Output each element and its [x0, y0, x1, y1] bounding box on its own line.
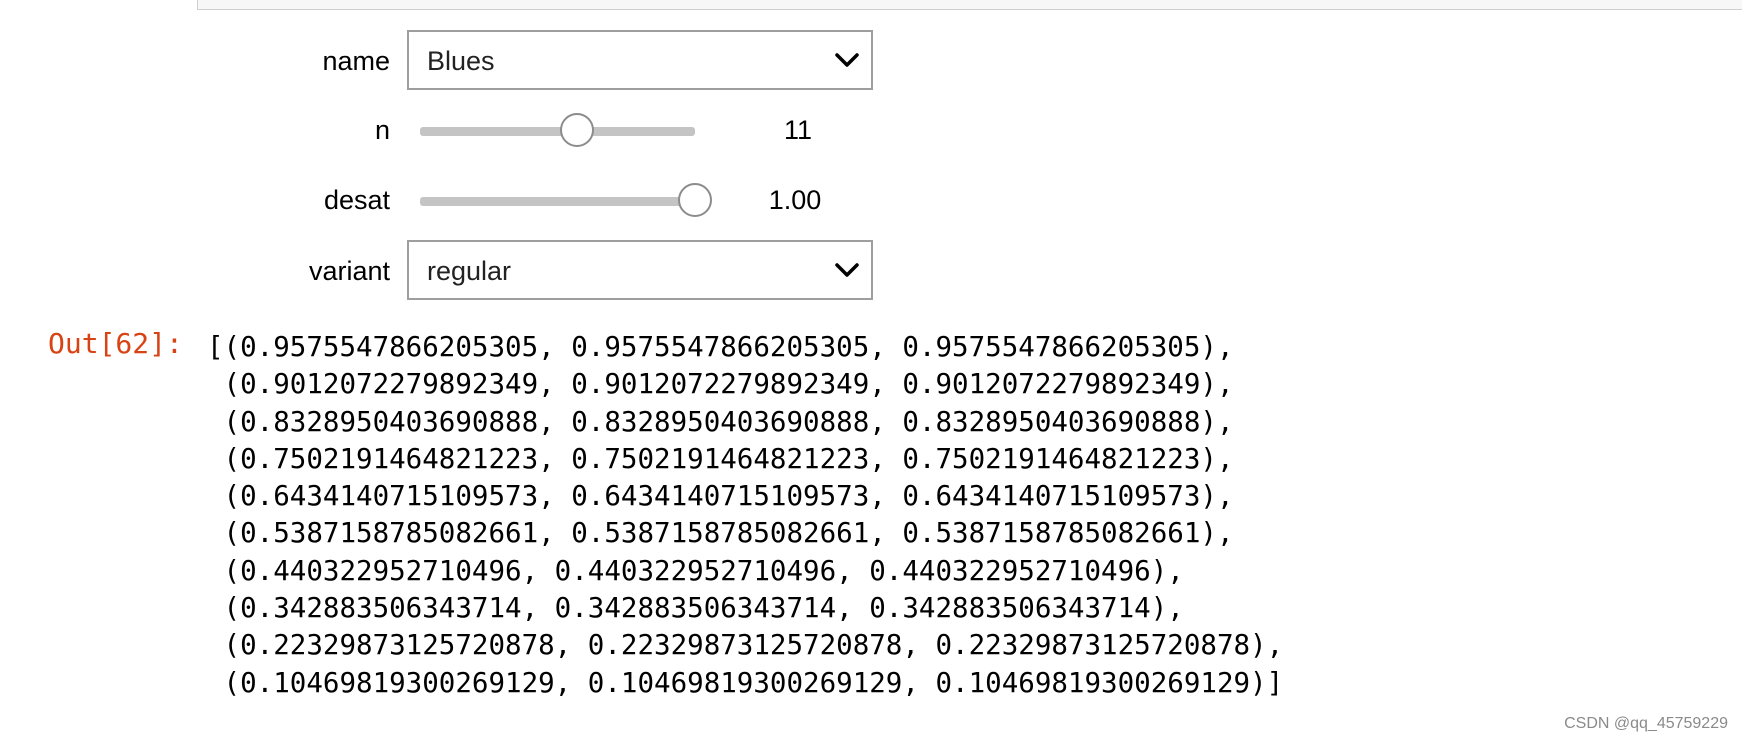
n-slider[interactable] — [420, 99, 695, 161]
variant-dropdown[interactable]: regular — [407, 240, 873, 300]
n-slider-track[interactable] — [420, 127, 695, 136]
n-readout[interactable]: 11 — [743, 99, 853, 161]
widget-row-desat: desat 1.00 — [0, 169, 900, 231]
output-line: (0.10469819300269129, 0.1046981930026912… — [207, 666, 1284, 699]
widget-row-n: n 11 — [0, 99, 900, 161]
output-line: (0.342883506343714, 0.342883506343714, 0… — [223, 592, 1184, 625]
name-dropdown[interactable]: Blues — [407, 30, 873, 90]
n-label: n — [374, 115, 390, 145]
chevron-down-icon — [835, 263, 859, 277]
n-slider-handle[interactable] — [559, 113, 594, 147]
desat-slider-track[interactable] — [420, 197, 695, 206]
desat-slider[interactable] — [420, 169, 712, 231]
output-line: (0.8328950403690888, 0.8328950403690888,… — [223, 405, 1234, 438]
desat-slider-handle[interactable] — [678, 183, 712, 217]
output-line: (0.5387158785082661, 0.5387158785082661,… — [223, 517, 1234, 550]
output-line: (0.440322952710496, 0.440322952710496, 0… — [223, 554, 1184, 587]
output-line: (0.22329873125720878, 0.2232987312572087… — [223, 629, 1284, 662]
output-line: [(0.9575547866205305, 0.9575547866205305… — [207, 331, 1234, 363]
desat-readout[interactable]: 1.00 — [740, 169, 850, 231]
chevron-down-icon — [835, 53, 859, 67]
input-cell-edge — [197, 0, 1742, 10]
widget-row-name: name Blues — [0, 30, 900, 92]
output-line: (0.9012072279892349, 0.9012072279892349,… — [223, 368, 1234, 401]
name-dropdown-value: Blues — [427, 46, 495, 76]
variant-label: variant — [308, 256, 390, 286]
output-prompt: Out[62]: — [48, 327, 183, 360]
watermark: CSDN @qq_45759229 — [1564, 715, 1728, 732]
output-line: (0.7502191464821223, 0.7502191464821223,… — [223, 442, 1234, 475]
output-line: (0.6434140715109573, 0.6434140715109573,… — [223, 480, 1234, 513]
desat-label: desat — [323, 185, 390, 215]
name-label: name — [322, 46, 390, 76]
output-text: [(0.9575547866205305, 0.9575547866205305… — [207, 329, 1283, 702]
variant-dropdown-value: regular — [427, 256, 512, 286]
widget-row-variant: variant regular — [0, 240, 900, 302]
